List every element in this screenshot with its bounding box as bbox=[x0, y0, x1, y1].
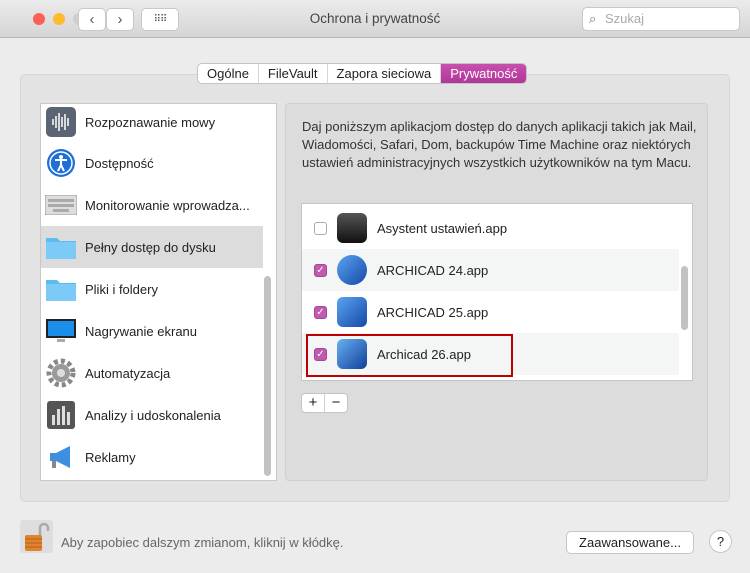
archicad-icon bbox=[337, 255, 367, 285]
app-checkbox[interactable]: ✓ bbox=[314, 305, 327, 319]
megaphone-icon bbox=[45, 441, 77, 473]
advanced-button[interactable]: Zaawansowane... bbox=[566, 531, 694, 554]
sidebar-item-full-disk-access[interactable]: Pełny dostęp do dysku bbox=[41, 226, 263, 268]
sidebar-item-accessibility[interactable]: Dostępność bbox=[41, 142, 263, 184]
folder-icon bbox=[45, 273, 77, 305]
search-placeholder: Szukaj bbox=[605, 11, 645, 26]
description-text: Daj poniższym aplikacjom dostęp do danyc… bbox=[302, 119, 697, 170]
add-remove-control: + − bbox=[301, 393, 348, 413]
sidebar-item-label: Rozpoznawanie mowy bbox=[85, 114, 216, 130]
search-input[interactable]: ⌕ Szukaj bbox=[582, 7, 740, 31]
app-row[interactable]: Asystent ustawień.app bbox=[302, 207, 679, 249]
sidebar-item-label: Nagrywanie ekranu bbox=[85, 323, 198, 339]
sidebar-item-advertising[interactable]: Reklamy bbox=[41, 436, 263, 478]
app-name: ARCHICAD 24.app bbox=[377, 262, 489, 278]
app-checkbox[interactable] bbox=[314, 221, 327, 235]
sidebar-item-analytics[interactable]: Analizy i udoskonalenia bbox=[41, 394, 263, 436]
sidebar-item-label: Dostępność bbox=[85, 155, 154, 171]
tab-firewall[interactable]: Zapora sieciowa bbox=[328, 64, 442, 83]
sidebar-item-screen-recording[interactable]: Nagrywanie ekranu bbox=[41, 310, 263, 352]
setup-assistant-tuxedo-icon bbox=[337, 213, 367, 243]
chart-icon bbox=[45, 399, 77, 431]
sidebar-item-automation[interactable]: Automatyzacja bbox=[41, 352, 263, 394]
folder-icon bbox=[45, 231, 77, 263]
keyboard-icon bbox=[45, 189, 77, 221]
sidebar-item-label: Analizy i udoskonalenia bbox=[85, 407, 221, 423]
lock-hint: Aby zapobiec dalszym zmianom, kliknij w … bbox=[61, 535, 344, 550]
sidebar-item-label: Automatyzacja bbox=[85, 365, 171, 381]
privacy-category-list: Rozpoznawanie mowy Dostępność Monitorowa… bbox=[40, 103, 277, 481]
sidebar-scrollbar[interactable] bbox=[264, 276, 271, 476]
archicad-icon bbox=[337, 297, 367, 327]
app-name: ARCHICAD 25.app bbox=[377, 304, 489, 320]
display-icon bbox=[45, 315, 77, 347]
app-name: Asystent ustawień.app bbox=[377, 220, 508, 236]
unlocked-padlock-icon bbox=[25, 522, 50, 551]
highlight-box bbox=[306, 334, 513, 377]
sidebar-item-files-folders[interactable]: Pliki i foldery bbox=[41, 268, 263, 310]
tab-privacy[interactable]: Prywatność bbox=[441, 64, 527, 83]
add-button[interactable]: + bbox=[302, 394, 325, 412]
app-checkbox[interactable]: ✓ bbox=[314, 263, 327, 277]
tab-filevault[interactable]: FileVault bbox=[259, 64, 328, 83]
sidebar-item-label: Pełny dostęp do dysku bbox=[85, 239, 216, 255]
help-button[interactable]: ? bbox=[709, 530, 732, 553]
sidebar-item-input-monitoring[interactable]: Monitorowanie wprowadza... bbox=[41, 184, 263, 226]
gear-icon bbox=[45, 357, 77, 389]
search-icon: ⌕ bbox=[589, 11, 597, 26]
title-bar: ‹ › ⠿⠿ Ochrona i prywatność ⌕ Szukaj bbox=[0, 0, 750, 38]
waveform-icon bbox=[45, 106, 77, 138]
sidebar-item-label: Reklamy bbox=[85, 449, 136, 465]
sidebar-item-label: Pliki i foldery bbox=[85, 281, 158, 297]
tab-general[interactable]: Ogólne bbox=[198, 64, 259, 83]
remove-button[interactable]: − bbox=[325, 394, 347, 412]
sidebar-item-label: Monitorowanie wprowadza... bbox=[85, 197, 250, 213]
app-row[interactable]: ✓ ARCHICAD 24.app bbox=[302, 249, 679, 291]
tab-bar: Ogólne FileVault Zapora sieciowa Prywatn… bbox=[197, 63, 528, 84]
app-list-scrollbar[interactable] bbox=[681, 266, 688, 330]
app-row[interactable]: ✓ ARCHICAD 25.app bbox=[302, 291, 679, 333]
lock-button[interactable] bbox=[20, 520, 53, 553]
sidebar-item-speech-recognition[interactable]: Rozpoznawanie mowy bbox=[41, 104, 263, 143]
accessibility-icon bbox=[45, 147, 77, 179]
